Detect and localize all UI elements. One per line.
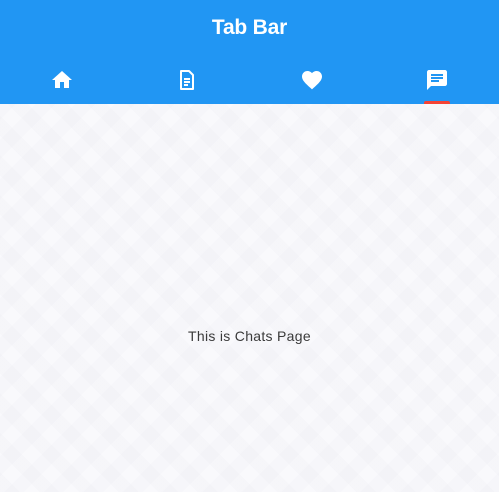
tab-home[interactable] (0, 56, 125, 104)
favorite-icon (300, 68, 324, 92)
page-text: This is Chats Page (188, 328, 311, 344)
tab-bar (0, 56, 499, 104)
home-icon (50, 68, 74, 92)
app-bar: Tab Bar (0, 0, 499, 104)
chat-icon (425, 68, 449, 92)
app-bar-title: Tab Bar (211, 16, 288, 39)
page-content: This is Chats Page (0, 104, 499, 492)
tab-article[interactable] (125, 56, 250, 104)
article-icon (175, 68, 199, 92)
tab-chats[interactable] (374, 56, 499, 104)
tab-favorite[interactable] (250, 56, 375, 104)
